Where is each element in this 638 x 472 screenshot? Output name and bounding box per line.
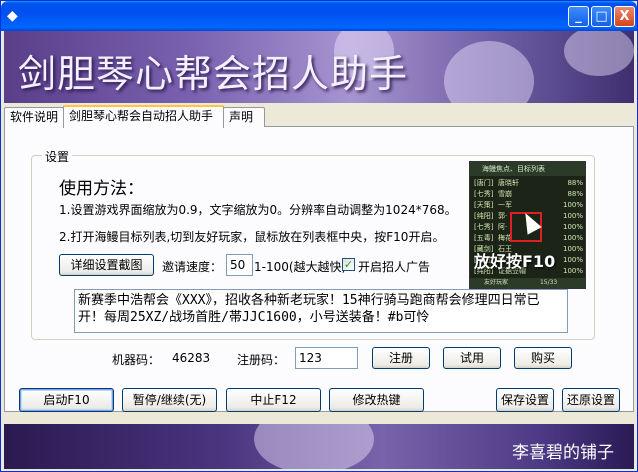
- usage-title: 使用方法：: [59, 179, 144, 199]
- buy-button[interactable]: 购买: [514, 347, 572, 369]
- change-hotkey-button[interactable]: 修改热键: [329, 388, 424, 412]
- header-banner: 剑胆琴心帮会招人助手: [4, 31, 634, 103]
- preview-header: 海鳗焦点、目标列表: [470, 162, 585, 176]
- tab-software-info[interactable]: 软件说明: [4, 107, 64, 127]
- screenshot-preview: 海鳗焦点、目标列表 [唐门] 唐晓轩 88% [七秀] 雪崩 88% [天策] 一军 100…: [469, 161, 586, 289]
- trial-button[interactable]: 试用: [443, 347, 501, 369]
- preview-row: [天策] 一军 100%: [474, 201, 583, 209]
- restore-settings-button[interactable]: 还原设置: [562, 388, 620, 412]
- detail-settings-button[interactable]: 详细设置截图: [59, 254, 154, 276]
- machine-code-value: 46283: [172, 351, 211, 365]
- blossom-decoration: [564, 31, 634, 76]
- machine-code-label: 机器码：: [112, 353, 161, 367]
- preview-footer: 友好玩家 15/33: [470, 278, 585, 288]
- blossom-decoration: [444, 41, 534, 103]
- app-icon[interactable]: ◆: [7, 8, 23, 24]
- speed-input[interactable]: 50: [226, 254, 253, 276]
- tab-auto-recruit[interactable]: 剑胆琴心帮会自动招人助手: [63, 105, 224, 128]
- speed-hint: 1-100(越大越快): [254, 260, 347, 274]
- stop-button[interactable]: 中止F12: [226, 388, 321, 412]
- start-button[interactable]: 启动F10: [19, 388, 114, 412]
- save-settings-button[interactable]: 保存设置: [496, 388, 554, 412]
- banner-title: 剑胆琴心帮会招人助手: [18, 52, 409, 96]
- minimize-button[interactable]: _: [568, 6, 589, 27]
- preview-row: [七秀] 雪崩 88%: [474, 190, 583, 198]
- ad-checkbox[interactable]: ✓: [342, 258, 355, 271]
- speed-label: 邀请速度：: [162, 260, 223, 274]
- preview-row: [唐门] 唐晓轩 88%: [474, 179, 583, 187]
- preview-hint: 放好按F10: [474, 252, 556, 271]
- maximize-button[interactable]: □: [591, 6, 612, 27]
- register-code-input[interactable]: 123: [295, 347, 358, 369]
- blossom-decoration: [254, 424, 374, 469]
- usage-step-2: 2.打开海鳗目标列表,切到友好玩家，鼠标放在列表框中央，按F10开启。: [59, 230, 445, 244]
- title-bar[interactable]: ◆ _ □ X: [1, 1, 637, 31]
- footer-banner: 李喜碧的铺子: [4, 424, 634, 469]
- tab-statement[interactable]: 声明: [223, 107, 265, 127]
- ad-checkbox-label[interactable]: 开启招人广告: [358, 258, 430, 275]
- main-window: ◆ _ □ X 剑胆琴心帮会招人助手 软件说明 剑胆琴心帮会自动招人助手 声明 …: [0, 0, 638, 472]
- close-button[interactable]: X: [614, 6, 635, 27]
- register-button[interactable]: 注册: [372, 347, 430, 369]
- settings-group-label: 设置: [42, 148, 73, 165]
- register-code-label: 注册码：: [237, 353, 286, 367]
- footer-text: 李喜碧的铺子: [512, 443, 614, 463]
- usage-step-1: 1.设置游戏界面缩放为0.9，文字缩放为0。分辨率自动调整为1024*768。: [59, 203, 457, 217]
- ad-text-area[interactable]: 新赛季中浩帮会《XXX》，招收各种新老玩家！15神行骑马跑商帮会修理四日常已开！…: [74, 289, 568, 333]
- pause-resume-button[interactable]: 暂停/继续(无): [122, 388, 217, 412]
